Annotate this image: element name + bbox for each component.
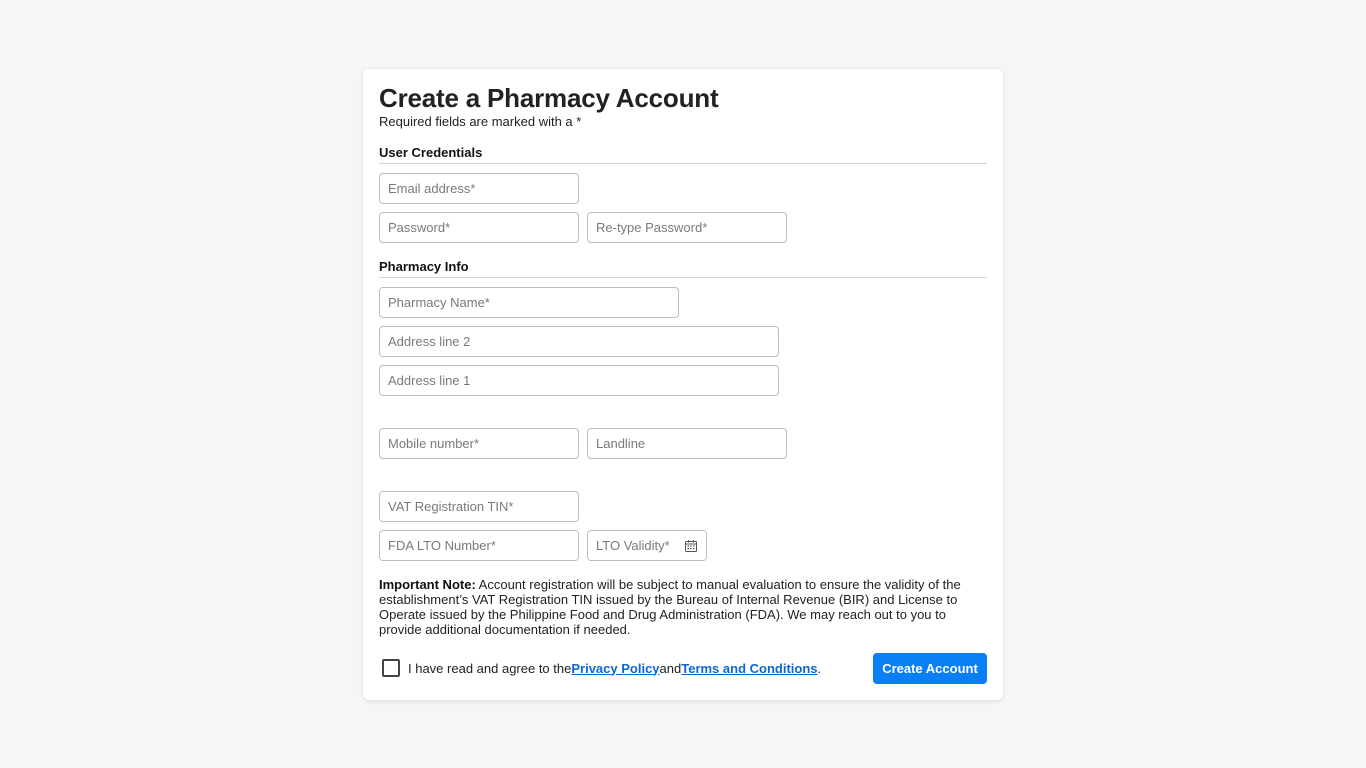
fda-lto-number-input[interactable]: [388, 538, 570, 553]
mobile-number-input[interactable]: [388, 436, 570, 451]
pharmacy-name-field[interactable]: [379, 287, 679, 318]
section-divider: [379, 163, 987, 164]
landline-input[interactable]: [596, 436, 778, 451]
mobile-number-field[interactable]: [379, 428, 579, 459]
address-line-1-field[interactable]: [379, 365, 779, 396]
address-line-2-field[interactable]: [379, 326, 779, 357]
section-title-pharmacy-info: Pharmacy Info: [379, 259, 469, 274]
agreement-prefix: I have read and agree to the: [408, 660, 572, 676]
retype-password-input[interactable]: [596, 220, 778, 235]
email-input[interactable]: [388, 181, 570, 196]
address-line-1-input[interactable]: [388, 373, 770, 388]
calendar-icon[interactable]: [684, 539, 698, 553]
required-fields-hint: Required fields are marked with a *: [379, 114, 582, 129]
important-note-label: Important Note:: [379, 577, 476, 592]
password-field[interactable]: [379, 212, 579, 243]
retype-password-field[interactable]: [587, 212, 787, 243]
vat-tin-input[interactable]: [388, 499, 570, 514]
email-field[interactable]: [379, 173, 579, 204]
password-input[interactable]: [388, 220, 570, 235]
privacy-policy-link[interactable]: Privacy Policy: [571, 661, 659, 676]
pharmacy-name-input[interactable]: [388, 295, 670, 310]
agreement-row: I have read and agree to the Privacy Pol…: [382, 659, 821, 677]
landline-field[interactable]: [587, 428, 787, 459]
fda-lto-number-field[interactable]: [379, 530, 579, 561]
section-title-user-credentials: User Credentials: [379, 145, 483, 160]
address-line-2-input[interactable]: [388, 334, 770, 349]
create-account-button[interactable]: Create Account: [873, 653, 987, 684]
page-title: Create a Pharmacy Account: [379, 83, 719, 113]
section-divider: [379, 277, 987, 278]
important-note: Important Note: Account registration wil…: [379, 577, 989, 637]
agreement-suffix: .: [817, 660, 822, 676]
agreement-middle: and: [659, 660, 682, 676]
vat-tin-field[interactable]: [379, 491, 579, 522]
terms-and-conditions-link[interactable]: Terms and Conditions: [681, 661, 817, 676]
agreement-checkbox[interactable]: [382, 659, 400, 677]
lto-validity-input[interactable]: [596, 538, 680, 553]
lto-validity-field[interactable]: [587, 530, 707, 561]
registration-card: Create a Pharmacy Account Required field…: [363, 69, 1003, 700]
